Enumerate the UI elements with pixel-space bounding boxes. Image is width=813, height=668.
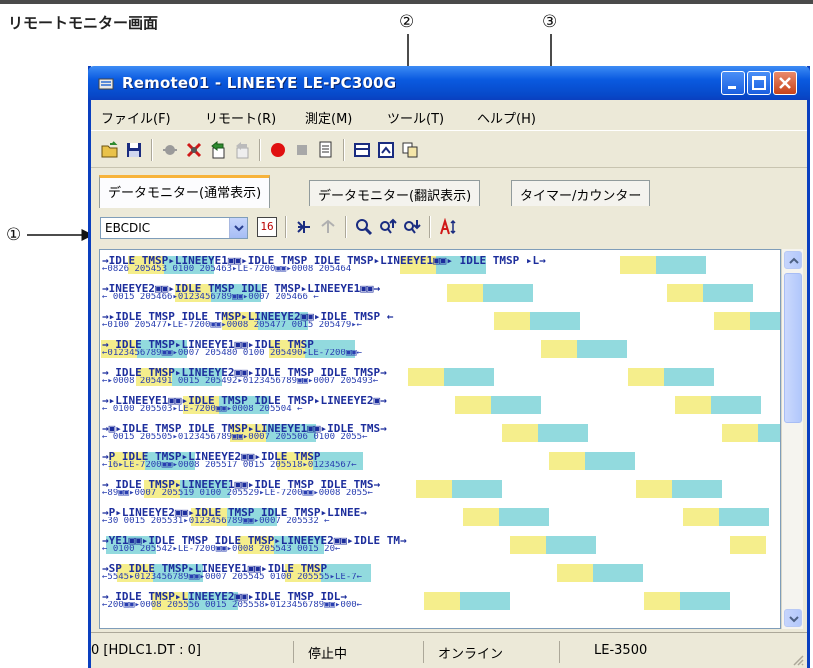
chevron-down-icon [789,616,799,623]
delete-icon[interactable] [185,141,203,159]
status-position: 0 [HDLC1.DT : 0] [91,643,201,658]
toolbar-separator [429,216,431,238]
monitor-row-lower: ← 0015 205505▸0123456789▣▣▸0007 205506 0… [102,433,368,442]
hex-view-label: 16 [260,220,274,233]
monitor-row-lower: ←5545▸0123456789▣▣▸0007 205545 0100 2055… [102,573,363,582]
monitor-row: →▸IDLE TMSP IDLE TMSP▸LINEEYE2▣▣▸IDLE TM… [100,312,780,330]
tab-timer-counter[interactable]: タイマー/カウンター [511,180,651,206]
maximize-button[interactable] [747,71,771,95]
chevron-down-icon [234,225,244,232]
open-folder-icon[interactable] [101,141,119,159]
monitor-row: →IDLE TMSP▸LINEEYE1▣▣▸IDLE TMSP IDLE TMS… [100,256,780,274]
monitor-row: →▣▸IDLE TMSP IDLE TMSP▸LINEEYE1▣▣▸IDLE T… [100,424,780,442]
monitor-row: → IDLE TMSP▸LINEEYE2▣▣▸IDLE TMSP IDLE TM… [100,368,780,386]
monitor-row: →▸LINEEYE1▣▣▸IDLE TMSP IDLE TMSP▸LINEEYE… [100,396,780,414]
callout-2: ② [399,12,415,32]
import-disabled-icon[interactable] [233,141,251,159]
search-down-icon[interactable] [403,218,421,236]
menu-remote[interactable]: リモート(R) [205,108,276,127]
top-rule [0,0,813,4]
callout-3: ③ [542,12,558,32]
monitor-row-lower: ←200▣▣▸0008 205556 0015 205558▸012345678… [102,601,363,610]
tab-data-monitor-normal[interactable]: データモニター(通常表示) [99,175,271,208]
scroll-thumb[interactable] [784,273,802,423]
app-window: Remote01 - LINEEYE LE-PC300G ファイル(F) リモー… [88,66,810,668]
search-icon[interactable] [355,218,373,236]
monitor-row-lower: ← 0100 205503▸LE-7200▣▣▸0008 205504 ← [102,405,303,414]
minimize-icon [728,86,736,89]
app-icon [98,78,114,90]
monitor-row: → IDLE TMSP▸LINEEYE1▣▣▸IDLE TMSP ←0123456… [100,340,780,358]
print-preview-icon[interactable] [317,141,335,159]
record-icon[interactable] [269,141,287,159]
menu-help[interactable]: ヘルプ(H) [477,108,536,127]
monitor-row-lower: ← 0015 205466▸0123456789▣▣▸0007 205466 ← [102,293,319,302]
monitor-row-lower: ←▸0008 205491 0015 205492▸0123456789▣▣▸0… [102,377,379,386]
menu-bar: ファイル(F) リモート(R) 測定(M) ツール(T) ヘルプ(H) [91,100,807,130]
close-icon [779,77,791,89]
data-monitor-panel[interactable]: →IDLE TMSP▸LINEEYE1▣▣▸IDLE TMSP IDLE TMS… [99,249,781,629]
menu-tools[interactable]: ツール(T) [387,108,444,127]
monitor-row-lower: ←0100 205477▸LE-7200▣▣▸0008 205477 0015 … [102,321,363,330]
monitor-row: →P▸LINEEYE2▣▣▸IDLE TMSP IDLE TMSP▸LINEE→… [100,508,780,526]
search-up-icon[interactable] [379,218,397,236]
status-bar: 0 [HDLC1.DT : 0] 停止中 オンライン LE-3500 [91,632,807,668]
main-toolbar [91,130,807,168]
split-left-icon[interactable] [295,218,313,236]
toolbar-separator [345,216,347,238]
split-up-disabled-icon[interactable] [319,218,337,236]
monitor-toolbar: EBCDIC 16 [91,208,807,244]
maximize-icon [752,76,766,90]
copy-icon[interactable] [401,141,419,159]
title-bar[interactable]: Remote01 - LINEEYE LE-PC300G [88,66,810,100]
scroll-down-button[interactable] [784,609,802,627]
toolbar-separator [151,139,153,161]
monitor-row: →P IDLE TMSP▸LINEEYE2▣▣▸IDLE TMSP ←16▸LE-… [100,452,780,470]
monitor-row-lower: ←0826 205453 0100 205463▸LE-7200▣▣▸0008 … [102,265,352,274]
status-state: 停止中 [293,641,421,663]
status-device: LE-3500 [559,641,699,663]
font-size-icon[interactable] [439,218,457,236]
resize-grip-icon[interactable] [791,653,805,667]
tab-data-monitor-translated[interactable]: データモニター(翻訳表示) [309,180,481,206]
monitor-row-lower: ←89▣▣▸0007 205519 0100 205529▸LE-7200▣▣▸… [102,489,373,498]
monitor-row: → IDLE TMSP▸LINEEYE2▣▣▸IDLE TMSP IDL→ ←20… [100,592,780,610]
monitor-row-lower: ←16▸LE-7200▣▣▸0008 205517 0015 205518▸01… [102,461,357,470]
menu-file[interactable]: ファイル(F) [101,108,171,127]
monitor-row: →SP IDLE TMSP▸LINEEYE1▣▣▸IDLE TMSP ←5545▸… [100,564,780,582]
status-connection: オンライン [423,641,557,663]
close-button[interactable] [773,71,797,95]
monitor-row: →YE1▣▣▸IDLE TMSP IDLE TMSP▸LINEEYE2▣▣▸ID… [100,536,780,554]
toolbar-separator [285,216,287,238]
export-icon[interactable] [209,141,227,159]
minimize-button[interactable] [721,71,745,95]
toolbar-separator [343,139,345,161]
monitor-row-lower: ←30 0015 205531▸0123456789▣▣▸0007 205532… [102,517,330,526]
vertical-scrollbar[interactable] [781,249,803,629]
callout-1: ① [6,225,22,245]
page-caption: リモートモニター画面 [8,14,159,32]
monitor-row: → IDLE TMSP▸LINEEYE1▣▣▸IDLE TMSP IDLE TM… [100,480,780,498]
tab-strip: データモニター(通常表示) データモニター(翻訳表示) タイマー/カウンター [91,170,807,208]
monitor-row-lower: ← 0100 205542▸LE-7200▣▣▸0008 205543 0015… [102,545,341,554]
panel-icon[interactable] [353,141,371,159]
scroll-up-button[interactable] [784,251,802,269]
save-icon[interactable] [125,141,143,159]
menu-measure[interactable]: 測定(M) [305,108,352,127]
hex-view-button[interactable]: 16 [257,217,277,237]
code-select-dropdown[interactable] [229,218,247,238]
monitor-row: →INEEYE2▣▣▸IDLE TMSP IDLE TMSP▸LINEEYE1▣… [100,284,780,302]
record-disabled-icon[interactable] [161,141,179,159]
monitor-row-lower: ←0123456789▣▣▸0007 205480 0100 205490▸LE… [102,349,363,358]
toolbar-separator [259,139,261,161]
code-select[interactable]: EBCDIC [100,217,248,239]
code-select-value: EBCDIC [105,221,151,235]
stop-icon[interactable] [293,141,311,159]
chevron-up-icon [789,257,799,264]
window-title: Remote01 - LINEEYE LE-PC300G [122,74,397,92]
window-icon[interactable] [377,141,395,159]
